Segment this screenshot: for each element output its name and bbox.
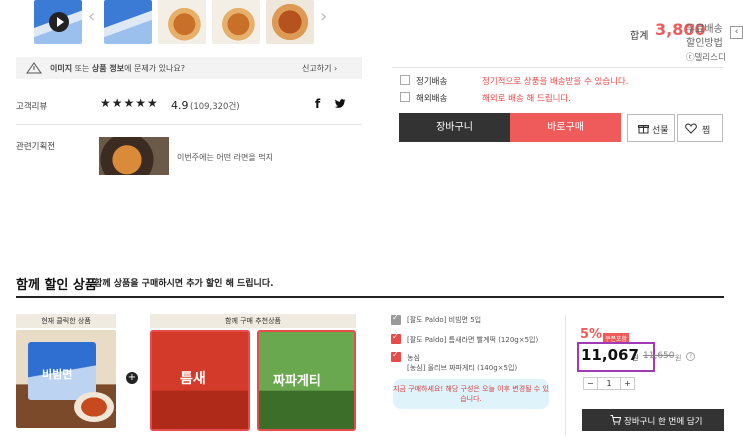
recommend-header: 함께 구매 추천상품 <box>150 314 356 328</box>
notice-post: 에 문제가 있나요? <box>124 64 185 73</box>
chevron-left-icon[interactable]: ‹ <box>88 6 95 27</box>
purchase-tip: 지금 구매하세요! 해당 구성은 오늘 이후 변경될 수 있습니다. <box>393 379 549 409</box>
overseas-delivery-desc: 해외로 배송 해 드립니다. <box>482 94 572 104</box>
regular-delivery-checkbox[interactable] <box>400 75 410 85</box>
bundle-title: 함께 할인 상품 <box>16 278 97 293</box>
discount-method-label: 할인방법 <box>686 38 723 49</box>
facebook-icon[interactable]: f <box>315 97 320 111</box>
notice-bold-image: 이미지 <box>50 64 73 73</box>
add-all-label: 장바구니 한 번에 담기 <box>624 417 703 427</box>
chevron-right-icon[interactable]: › <box>320 6 327 27</box>
rating-score: 4.9 <box>171 99 189 112</box>
package-text: 틈새 <box>180 371 206 387</box>
divider <box>392 67 723 68</box>
original-price: 11,650 <box>643 351 675 361</box>
notice-bold-info: 상품 정보 <box>91 64 125 73</box>
add-all-to-cart-button[interactable]: 장바구니 한 번에 담기 <box>582 409 724 431</box>
recommend-product-1[interactable]: 틈새 <box>150 330 250 431</box>
wish-label: 찜 <box>702 126 711 136</box>
divider <box>16 124 362 125</box>
cart-icon <box>610 415 621 425</box>
cart-button[interactable]: 장바구니 <box>399 113 510 142</box>
wish-button[interactable]: 찜 <box>677 114 723 142</box>
related-event-text[interactable]: 이번주에는 어떤 라면을 먹지 <box>177 152 273 163</box>
review-label: 고객리뷰 <box>16 102 48 112</box>
current-product-image[interactable]: 비빔면 <box>16 330 116 428</box>
regular-delivery-desc: 정기적으로 상품을 배송받을 수 있습니다. <box>482 77 629 87</box>
gift-icon <box>638 125 649 134</box>
review-count: (109,320건) <box>190 102 240 112</box>
plus-icon: + <box>126 372 138 384</box>
option-checkbox[interactable] <box>391 332 401 344</box>
play-icon <box>49 12 69 32</box>
thumbnail[interactable] <box>104 0 152 44</box>
brand-label: ⓒ델리스디 <box>686 53 726 63</box>
qty-minus-button[interactable]: − <box>583 377 598 390</box>
total-label: 합계 <box>630 31 649 42</box>
regular-delivery-label: 정기배송 <box>416 77 448 87</box>
related-label: 관련기획전 <box>16 142 56 152</box>
thumbnail[interactable] <box>158 0 206 44</box>
related-event-image[interactable] <box>99 137 169 175</box>
option-label: 농심 <box>407 354 420 362</box>
qty-input[interactable]: 1 <box>597 377 621 390</box>
option-label: [팔도 Paldo] 틈새라면 빨계떡 (120g×5입) <box>407 336 539 344</box>
price-unit: 원 <box>632 354 639 362</box>
heart-icon <box>685 123 697 134</box>
side-close-icon[interactable]: ‹ <box>730 26 743 39</box>
thumbnail[interactable] <box>212 0 260 44</box>
option-checkbox[interactable] <box>391 313 401 325</box>
package-text: 짜파게티 <box>273 374 321 389</box>
gift-label: 선물 <box>652 126 669 136</box>
bundle-price: 11,067 <box>581 346 639 364</box>
dish-image <box>74 392 114 422</box>
overseas-delivery-label: 해외배송 <box>416 94 448 104</box>
rating-stars: ★★★★★ <box>100 96 159 110</box>
thumbnail-video[interactable] <box>34 0 82 44</box>
gift-button[interactable]: 선물 <box>627 114 675 142</box>
option-label: [팔도 Paldo] 비빔면 5입 <box>407 316 482 324</box>
discount-percent: 5% <box>580 327 603 342</box>
warning-icon <box>26 62 42 74</box>
option-checkbox[interactable] <box>391 350 401 362</box>
thumbnail[interactable] <box>266 0 314 44</box>
help-icon[interactable]: ? <box>686 352 695 361</box>
qty-plus-button[interactable]: + <box>620 377 635 390</box>
overseas-delivery-checkbox[interactable] <box>400 92 410 102</box>
image-report-bar: 이미지 또는 상품 정보에 문제가 있나요? 신고하기 › <box>16 57 362 79</box>
original-price-unit: 원 <box>675 354 682 362</box>
buy-now-button[interactable]: 바로구매 <box>510 113 621 142</box>
bundle-subtitle: 함께 상품을 구매하시면 추가 할인 해 드립니다. <box>94 279 274 289</box>
divider <box>565 315 566 435</box>
recommend-product-2[interactable]: 짜파게티 <box>257 330 356 431</box>
package-text: 비빔면 <box>42 368 73 381</box>
report-notice-text: 이미지 또는 상품 정보에 문제가 있나요? <box>50 63 185 74</box>
option-sublabel: [농심] 올리브 짜파게티 (140g×5입) <box>407 364 518 372</box>
notice-mid: 또는 <box>72 64 92 73</box>
section-divider <box>16 296 724 298</box>
report-link[interactable]: 신고하기 › <box>302 63 337 74</box>
twitter-icon[interactable] <box>334 99 346 109</box>
current-product-header: 현재 클릭한 상품 <box>16 314 116 328</box>
free-delivery-label: 무료배송 <box>686 24 723 35</box>
